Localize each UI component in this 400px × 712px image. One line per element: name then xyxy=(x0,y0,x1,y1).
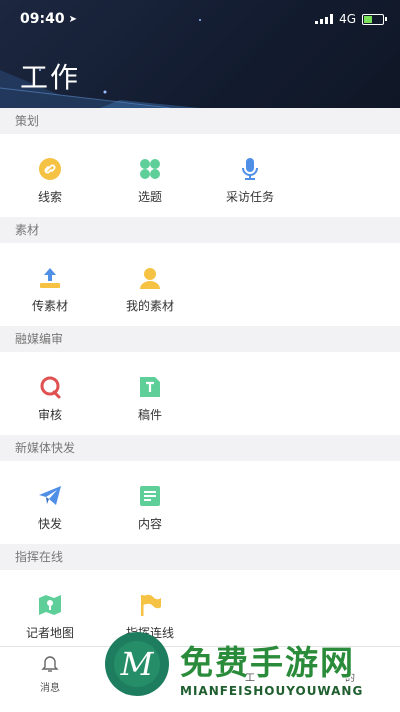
tile-topics[interactable]: 选题 xyxy=(100,134,200,217)
tile-my-materials[interactable]: 我的素材 xyxy=(100,243,200,326)
bell-icon xyxy=(41,655,59,677)
map-icon xyxy=(37,592,63,618)
section-card-editorial: 审核 稿件 xyxy=(0,352,400,435)
tab-messages[interactable]: 消息 xyxy=(0,647,100,712)
tile-clues[interactable]: 线索 xyxy=(0,134,100,217)
status-time: 09:40 xyxy=(20,11,65,27)
tile-quick-publish[interactable]: 快发 xyxy=(0,461,100,544)
content-list-icon xyxy=(137,483,163,509)
tile-label: 快发 xyxy=(37,517,62,531)
svg-text:M: M xyxy=(120,645,155,683)
status-bar: 09:40 ➤ 4G xyxy=(20,8,387,30)
tile-label: 传素材 xyxy=(31,299,68,313)
tile-label: 稿件 xyxy=(137,408,162,422)
signal-icon xyxy=(315,14,334,24)
tile-label: 记者地图 xyxy=(25,626,74,640)
tile-review[interactable]: 审核 xyxy=(0,352,100,435)
tile-label: 线索 xyxy=(37,190,62,204)
tile-label: 审核 xyxy=(37,408,62,422)
tile-label: 选题 xyxy=(137,190,162,204)
watermark: M 免费手游网 MIANFEISHOUYOUWANG xyxy=(100,622,400,711)
header: 09:40 ➤ 4G 工作 xyxy=(0,0,400,108)
tile-label: 采访任务 xyxy=(225,190,274,204)
location-arrow-icon: ➤ xyxy=(68,13,77,25)
section-label-editorial: 融媒编审 xyxy=(0,326,400,352)
section-label-new-media: 新媒体快发 xyxy=(0,435,400,461)
tile-manuscripts[interactable]: 稿件 xyxy=(100,352,200,435)
tab-label: 消息 xyxy=(40,683,60,694)
upload-icon xyxy=(37,265,63,291)
section-label-command: 指挥在线 xyxy=(0,544,400,570)
flag-icon xyxy=(137,592,163,618)
clover-icon xyxy=(137,156,163,182)
link-icon xyxy=(37,156,63,182)
network-type: 4G xyxy=(339,12,356,26)
watermark-brand: 免费手游网 xyxy=(180,643,355,682)
tile-content[interactable]: 内容 xyxy=(100,461,200,544)
tile-interview-tasks[interactable]: 采访任务 xyxy=(200,134,300,217)
battery-icon xyxy=(362,13,387,25)
user-icon xyxy=(137,265,163,291)
section-label-planning: 策划 xyxy=(0,108,400,134)
section-card-new-media: 快发 内容 xyxy=(0,461,400,544)
section-card-planning: 线索 选题 采访任务 xyxy=(0,134,400,217)
tile-label: 我的素材 xyxy=(125,299,174,313)
page-title: 工作 xyxy=(20,61,81,94)
watermark-subtitle: MIANFEISHOUYOUWANG xyxy=(180,684,364,698)
microphone-icon xyxy=(237,156,263,182)
document-icon xyxy=(137,374,163,400)
section-label-materials: 素材 xyxy=(0,217,400,243)
review-icon xyxy=(37,374,63,400)
tile-upload-material[interactable]: 传素材 xyxy=(0,243,100,326)
section-card-materials: 传素材 我的素材 xyxy=(0,243,400,326)
watermark-logo: M xyxy=(105,632,169,696)
paper-plane-icon xyxy=(37,483,63,509)
tile-reporter-map[interactable]: 记者地图 xyxy=(0,570,100,653)
tile-label: 内容 xyxy=(137,517,162,531)
